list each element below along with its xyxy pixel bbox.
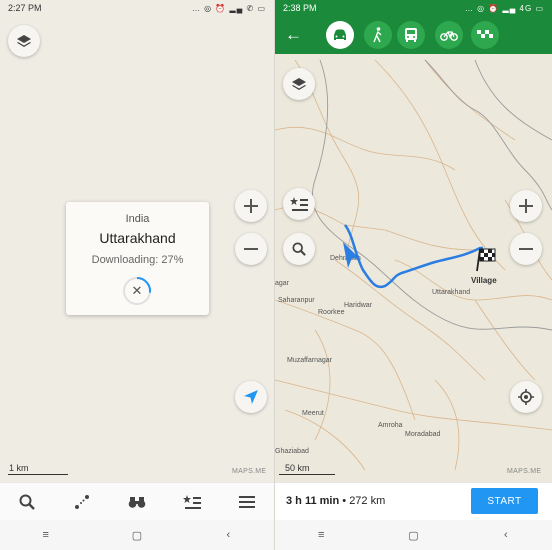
menu-button[interactable] — [233, 488, 261, 516]
route-line — [343, 224, 483, 289]
crosshair-icon — [518, 389, 534, 405]
my-position-button[interactable] — [235, 381, 267, 413]
map-roads — [275, 59, 552, 471]
bookmarks-button[interactable] — [178, 488, 206, 516]
attribution: MAPS.ME — [232, 468, 267, 475]
map-label-muzaffarnagar: Muzaffarnagar — [287, 357, 333, 364]
map-label-uttarakhand: Uttarakhand — [432, 289, 471, 296]
mode-transit-button[interactable] — [397, 21, 425, 49]
map-label-nagar: agar — [275, 280, 290, 287]
status-time: 2:27 PM — [8, 3, 42, 13]
download-country: India — [125, 213, 150, 225]
scale-label: 1 km — [9, 463, 29, 473]
bookmarks-icon — [290, 197, 308, 211]
back-button[interactable]: ‹ — [218, 529, 238, 541]
route-planning-header: ← — [275, 16, 552, 54]
recent-apps-button[interactable]: ≡ — [311, 529, 331, 541]
search-icon — [292, 242, 306, 256]
mode-bicycle-button[interactable] — [435, 21, 463, 49]
download-card: India Uttarakhand Downloading: 27% ✕ — [66, 202, 209, 315]
menu-icon — [238, 495, 255, 508]
bookmarks-button[interactable] — [283, 188, 315, 220]
back-button[interactable]: ‹ — [496, 529, 516, 541]
taxi-icon — [477, 30, 493, 38]
android-nav-bar: ≡ ▢ ‹ — [275, 520, 552, 550]
map-label-village: Village — [471, 276, 497, 285]
start-button[interactable]: START — [471, 488, 538, 514]
arrow-left-icon: ← — [285, 25, 302, 44]
status-icons: … ◎ ⏰ ▂▄ 4G ▭ — [464, 3, 544, 13]
map-label-haridwar: Haridwar — [344, 302, 373, 309]
map-label-saharanpur: Saharanpur — [278, 297, 315, 304]
pedestrian-icon — [373, 27, 382, 43]
bookmarks-icon — [182, 494, 201, 509]
scale-label: 50 km — [285, 463, 310, 473]
main-bottom-bar — [0, 482, 274, 520]
home-button[interactable]: ▢ — [403, 529, 423, 542]
route-button[interactable] — [68, 488, 96, 516]
route-duration: 3 h 11 min — [286, 495, 340, 507]
layers-button[interactable] — [8, 25, 40, 57]
download-status: Downloading: 27% — [91, 254, 184, 266]
plus-icon — [244, 199, 258, 213]
mode-car-button[interactable] — [326, 21, 354, 49]
map-label-roorkee: Roorkee — [318, 309, 345, 316]
mode-taxi-button[interactable] — [471, 21, 499, 49]
search-button[interactable] — [283, 233, 315, 265]
route-distance: 272 km — [349, 495, 386, 507]
status-time: 2:38 PM — [283, 3, 317, 13]
attribution: MAPS.ME — [507, 468, 542, 475]
bus-icon — [405, 28, 417, 42]
cancel-download-button[interactable]: ✕ — [123, 277, 151, 305]
status-bar: 2:38 PM … ◎ ⏰ ▂▄ 4G ▭ — [275, 0, 552, 16]
layers-icon — [292, 78, 306, 90]
finish-flag-icon — [476, 248, 496, 272]
download-region: Uttarakhand — [99, 230, 176, 246]
android-nav-bar: ≡ ▢ ‹ — [0, 520, 274, 550]
navigation-arrow-icon — [244, 390, 258, 404]
zoom-in-button[interactable] — [510, 190, 542, 222]
progress-ring — [136, 277, 151, 293]
map-label-ghaziabad: Ghaziabad — [275, 448, 309, 455]
left-screen: 2:27 PM … ◎ ⏰ ▂▄ ✆ ▭ India Uttarakhand D… — [0, 0, 274, 550]
my-position-button[interactable] — [510, 381, 542, 413]
route-summary-bar: 3 h 11 min • 272 km START — [275, 482, 552, 520]
route-separator: • — [342, 495, 347, 507]
scale-bar — [8, 474, 68, 475]
map-label-amroha: Amroha — [378, 422, 403, 429]
back-arrow-button[interactable]: ← — [285, 25, 305, 45]
start-arrow-icon — [343, 242, 361, 268]
right-screen: 2:38 PM … ◎ ⏰ ▂▄ 4G ▭ ← Dehradun agar Sa… — [275, 0, 552, 550]
minus-icon — [519, 248, 533, 250]
status-icons: … ◎ ⏰ ▂▄ ✆ ▭ — [191, 3, 266, 13]
map-label-moradabad: Moradabad — [405, 431, 441, 438]
zoom-out-button[interactable] — [510, 233, 542, 265]
binoculars-icon — [128, 496, 146, 508]
mode-pedestrian-button[interactable] — [364, 21, 392, 49]
bicycle-icon — [440, 31, 458, 41]
home-button[interactable]: ▢ — [127, 529, 147, 542]
route-icon — [75, 494, 90, 509]
status-bar: 2:27 PM … ◎ ⏰ ▂▄ ✆ ▭ — [0, 0, 274, 16]
search-button[interactable] — [13, 488, 41, 516]
zoom-out-button[interactable] — [235, 233, 267, 265]
search-icon — [19, 494, 36, 510]
minus-icon — [244, 248, 258, 250]
car-icon — [334, 29, 346, 40]
zoom-in-button[interactable] — [235, 190, 267, 222]
layers-icon — [17, 35, 31, 47]
map-label-meerut: Meerut — [302, 410, 324, 417]
recent-apps-button[interactable]: ≡ — [36, 529, 56, 541]
scale-bar — [279, 474, 335, 475]
route-summary: 3 h 11 min • 272 km — [286, 495, 385, 507]
layers-button[interactable] — [283, 68, 315, 100]
discover-button[interactable] — [123, 488, 151, 516]
plus-icon — [519, 199, 533, 213]
